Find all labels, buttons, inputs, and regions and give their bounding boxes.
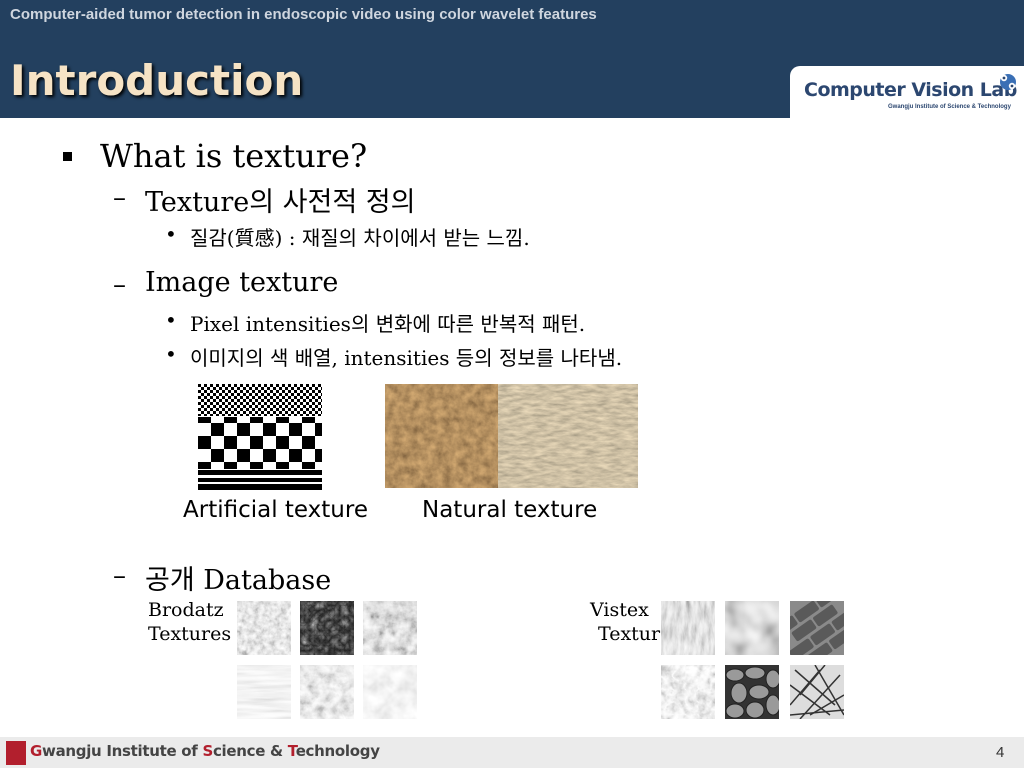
brodatz-tile-6 bbox=[363, 665, 417, 719]
page-number: 4 bbox=[996, 744, 1005, 761]
brodatz-label-line-1: Brodatz bbox=[148, 599, 224, 621]
lab-eye-icon bbox=[1000, 74, 1016, 90]
brodatz-tile-4 bbox=[237, 665, 291, 719]
heading-what-is-texture: What is texture? bbox=[100, 137, 368, 175]
brodatz-tile-3 bbox=[363, 601, 417, 655]
dash-bullet: – bbox=[113, 183, 126, 213]
brodatz-tile-2 bbox=[300, 601, 354, 655]
vistex-tile-6 bbox=[790, 665, 844, 719]
vistex-tile-3 bbox=[790, 601, 844, 655]
gist-logo-icon bbox=[6, 741, 26, 765]
image-texture-item-2: 이미지의 색 배열, intensities 등의 정보를 나타냄. bbox=[190, 346, 623, 370]
image-texture-heading: Image texture bbox=[145, 267, 339, 298]
vistex-label: Vistex Textur bbox=[590, 598, 660, 646]
dot-bullet: • bbox=[165, 222, 177, 246]
artificial-texture-image bbox=[198, 384, 322, 490]
lab-logo: Computer Vision Lab Gwangju Institute of… bbox=[790, 66, 1024, 118]
brodatz-tile-5 bbox=[300, 665, 354, 719]
natural-texture-image bbox=[385, 384, 638, 488]
lab-logo-text: Computer Vision Lab bbox=[804, 79, 1017, 101]
dot-bullet: • bbox=[165, 308, 177, 332]
brodatz-label: Brodatz Textures bbox=[148, 598, 231, 646]
vistex-tile-1 bbox=[661, 601, 715, 655]
artificial-texture-caption: Artificial texture bbox=[183, 497, 368, 523]
definition-heading: Texture의 사전적 정의 bbox=[145, 187, 416, 218]
vistex-label-line-2: Textur bbox=[598, 623, 661, 645]
brodatz-label-line-2: Textures bbox=[148, 623, 232, 645]
bullet-square-icon bbox=[63, 152, 72, 161]
slide-subtitle: Computer-aided tumor detection in endosc… bbox=[10, 6, 597, 23]
slide-title: Introduction bbox=[10, 56, 304, 105]
database-heading: 공개 Database bbox=[145, 565, 332, 596]
vistex-tile-4 bbox=[661, 665, 715, 719]
vistex-label-line-1: Vistex bbox=[590, 599, 649, 621]
brodatz-tile-1 bbox=[237, 601, 291, 655]
lab-logo-subtext: Gwangju Institute of Science & Technolog… bbox=[888, 104, 1011, 110]
institute-name: Gwangju Institute of Science & Technolog… bbox=[30, 742, 380, 760]
dot-bullet: • bbox=[165, 342, 177, 366]
image-texture-item-1: Pixel intensities의 변화에 따른 반복적 패턴. bbox=[190, 312, 586, 336]
slide-header: Computer-aided tumor detection in endosc… bbox=[0, 0, 1024, 118]
natural-texture-caption: Natural texture bbox=[422, 497, 598, 523]
vistex-tile-5 bbox=[725, 665, 779, 719]
slide-footer: Gwangju Institute of Science & Technolog… bbox=[0, 737, 1024, 768]
definition-item: 질감(質感) : 재질의 차이에서 받는 느낌. bbox=[190, 226, 530, 250]
dash-bullet: – bbox=[113, 561, 126, 591]
vistex-tile-2 bbox=[725, 601, 779, 655]
dash-bullet: – bbox=[113, 270, 126, 300]
